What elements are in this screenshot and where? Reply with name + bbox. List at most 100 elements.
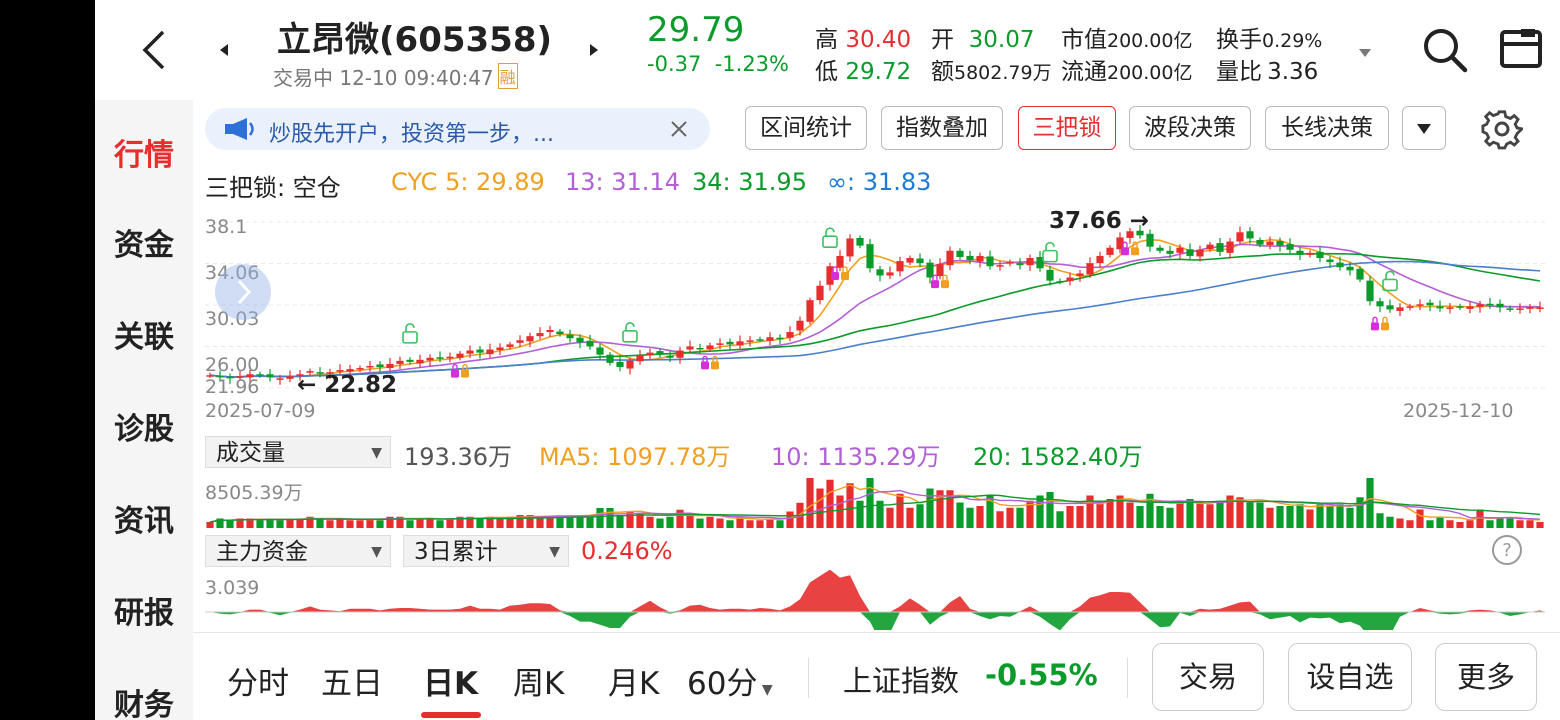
candle-body: [596, 347, 604, 355]
cyc13-value: 13: 31.14: [565, 168, 680, 196]
volume-bar: [1186, 499, 1194, 528]
candle-body: [1416, 304, 1424, 306]
expand-stats-icon[interactable]: [1357, 44, 1373, 63]
candle-body: [676, 350, 684, 358]
expand-left-icon[interactable]: [215, 264, 271, 320]
gear-icon[interactable]: [1481, 108, 1525, 154]
volume-bar: [1416, 509, 1424, 528]
tab-three-locks[interactable]: 三把锁: [1018, 106, 1116, 150]
candle-body: [936, 264, 944, 276]
prev-stock-icon[interactable]: [217, 42, 231, 62]
tab-60min[interactable]: 60分 ▼: [687, 658, 773, 703]
lock-pair-icon: [1371, 316, 1389, 331]
tab-range-stats[interactable]: 区间统计: [745, 106, 867, 150]
volume-bar: [1316, 504, 1324, 528]
fund-outflow-area: [205, 612, 1545, 630]
trade-button[interactable]: 交易: [1152, 643, 1264, 711]
volume-bar: [696, 518, 704, 528]
candle-body: [476, 349, 484, 353]
sidebar-item-diagnosis[interactable]: 诊股: [95, 404, 193, 448]
volume-bar: [1096, 500, 1104, 528]
candle-body: [1166, 250, 1174, 254]
sidebar-item-research[interactable]: 研报: [95, 588, 193, 632]
volume-bar: [1286, 506, 1294, 528]
candle-body: [1006, 262, 1014, 264]
candle-body: [906, 257, 914, 263]
candle-body: [556, 331, 564, 335]
volume-bar: [906, 507, 914, 528]
candle-body: [746, 340, 754, 342]
fund-flow-chart[interactable]: [205, 570, 1545, 630]
chevron-down-icon: ▼: [757, 682, 773, 698]
volume-bar: [646, 516, 654, 528]
volume-bar: [976, 506, 984, 528]
change-value: -0.37: [647, 52, 702, 76]
fund-selector[interactable]: 主力资金 ▼: [205, 535, 391, 567]
amount-label: 额: [931, 59, 954, 85]
tab-band-decision[interactable]: 波段决策: [1129, 106, 1251, 150]
volume-chart[interactable]: [205, 470, 1545, 528]
mktcap-stat: 市值200.00亿: [1061, 20, 1192, 54]
tab-monthly-k[interactable]: 月K: [608, 658, 659, 703]
search-icon[interactable]: [1421, 26, 1469, 78]
tab-more-dropdown[interactable]: [1402, 106, 1446, 150]
volume-bar: [1436, 516, 1444, 528]
candle-body: [1086, 263, 1094, 275]
chevron-down-icon: ▼: [549, 544, 560, 560]
trade-status-text: 交易中 12-10 09:40:47: [273, 66, 494, 90]
candle-body: [1096, 255, 1104, 264]
sidebar-item-finance[interactable]: 财务: [95, 680, 193, 720]
candle-body: [996, 265, 1004, 267]
add-watchlist-button[interactable]: 设自选: [1288, 643, 1412, 711]
volume-bar: [1276, 506, 1284, 528]
date-end: 2025-12-10: [1403, 400, 1514, 422]
volratio-stat: 量比 3.36: [1216, 52, 1318, 86]
candle-body: [536, 333, 544, 337]
last-price: 29.79: [647, 10, 745, 50]
cyc34-value: 34: 31.95: [692, 168, 807, 196]
volume-bar: [1386, 516, 1394, 528]
tab-five-day[interactable]: 五日: [321, 658, 383, 703]
sidebar-item-quotes[interactable]: 行情: [95, 130, 193, 174]
volume-bar: [896, 493, 904, 528]
sidebar-item-related[interactable]: 关联: [95, 312, 193, 356]
candle-body: [1336, 262, 1344, 268]
candle-body: [1406, 306, 1414, 308]
sidebar-item-funds[interactable]: 资金: [95, 220, 193, 264]
candle-body: [1326, 259, 1334, 263]
tab-index-overlay[interactable]: 指数叠加: [881, 106, 1003, 150]
tab-daily-k[interactable]: 日K: [423, 658, 478, 703]
y-label-4: 21.96: [205, 376, 260, 398]
more-button[interactable]: 更多: [1435, 643, 1537, 711]
candle-body: [1106, 247, 1114, 255]
tab-intraday[interactable]: 分时: [227, 658, 289, 703]
period-selector[interactable]: 3日累计 ▼: [403, 535, 569, 567]
candle-body: [546, 329, 554, 333]
tab-weekly-k[interactable]: 周K: [513, 658, 564, 703]
turnover-label: 换手: [1216, 27, 1262, 53]
trade-status: 交易中 12-10 09:40:47 融: [273, 62, 518, 91]
candle-body: [356, 368, 364, 370]
next-stock-icon[interactable]: [587, 42, 601, 62]
candle-body: [646, 352, 654, 356]
volume-ma20: 20: 1582.40万: [973, 443, 1143, 471]
candle-body: [366, 365, 374, 368]
tab-long-decision[interactable]: 长线决策: [1265, 106, 1389, 150]
wallet-icon[interactable]: [1499, 26, 1545, 76]
candle-body: [286, 376, 294, 379]
back-icon[interactable]: [137, 28, 173, 72]
candle-body: [1286, 244, 1294, 250]
volume-bar: [1496, 518, 1504, 528]
help-icon[interactable]: ?: [1491, 534, 1523, 570]
volume-selector[interactable]: 成交量 ▼: [205, 436, 391, 468]
volume-bar: [1396, 518, 1404, 528]
promo-banner[interactable]: 炒股先开户，投资第一步，...: [205, 108, 710, 150]
sidebar-item-news[interactable]: 资讯: [95, 496, 193, 540]
volume-bar: [1406, 520, 1414, 528]
candlestick-chart[interactable]: [205, 210, 1545, 400]
candle-body: [1466, 306, 1474, 309]
candle-body: [1196, 249, 1204, 257]
index-name[interactable]: 上证指数: [843, 658, 959, 700]
lock-pair-icon: [451, 363, 469, 378]
close-icon[interactable]: [670, 120, 688, 138]
